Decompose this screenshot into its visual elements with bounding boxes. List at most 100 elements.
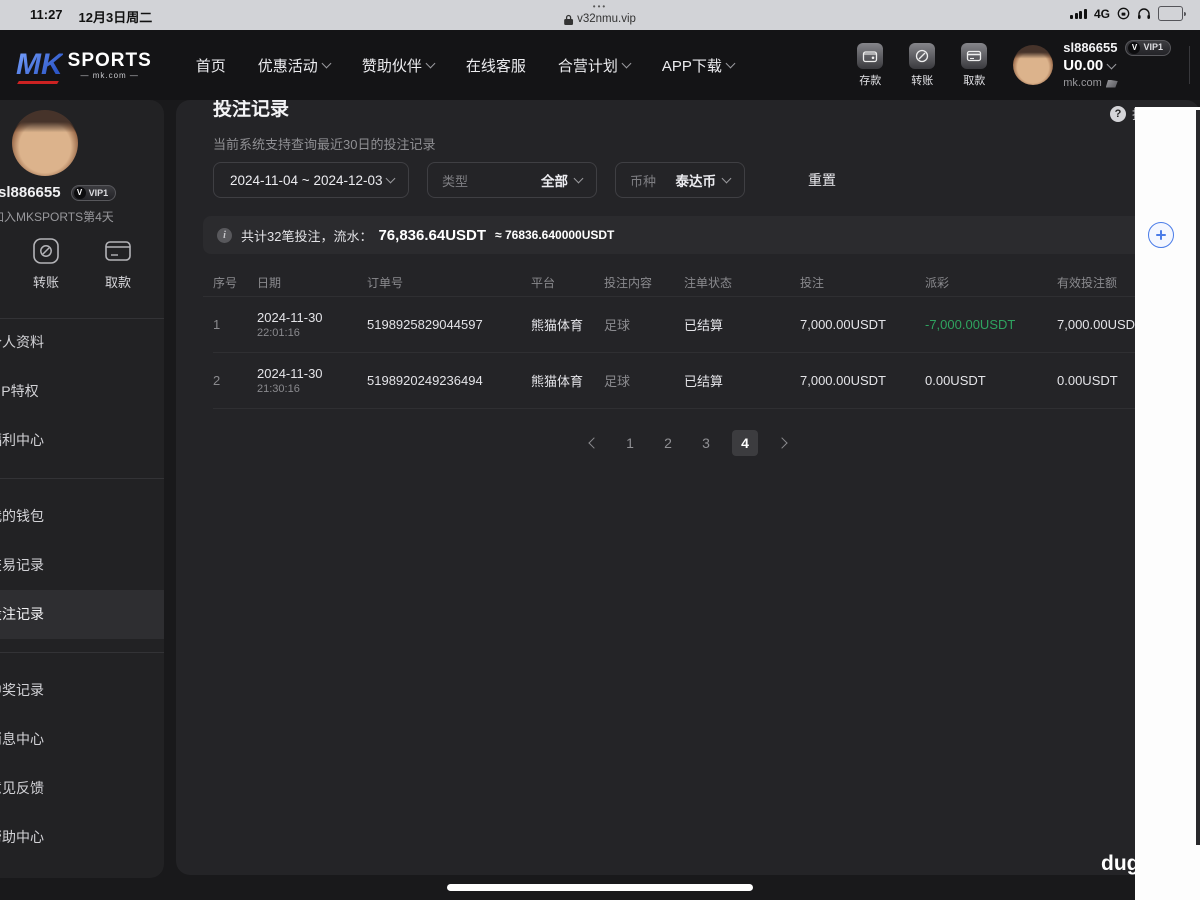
mk-sports-logo[interactable]: MK SPORTS — mk.com — [16, 50, 152, 80]
reset-button[interactable]: 重置 [808, 170, 836, 190]
logo-mk-text: MK [16, 48, 63, 81]
nav-item-affiliate[interactable]: 合营计划 [558, 55, 632, 76]
sidebar-item-my-wallet[interactable]: 我的钱包 [0, 492, 164, 541]
ios-status-bar: 11:27 12月3日周二 ••• v32nmu.vip 4G [0, 0, 1200, 30]
sidebar-item-help-center[interactable]: 帮助中心 [0, 813, 164, 862]
nav-item-home[interactable]: 首页 [196, 55, 226, 76]
nav-item-sponsors[interactable]: 赞助伙伴 [362, 55, 436, 76]
nav-divider [1189, 46, 1190, 84]
date-cell: 2024-11-30 21:30:16 [257, 366, 323, 395]
sidebar-item-profile[interactable]: 个人资料 [0, 318, 164, 367]
chevron-down-icon [573, 173, 584, 184]
deposit-button[interactable]: 存款 [847, 42, 893, 88]
user-info: sl886655 V VIP1 U0.00 mk.com [1063, 40, 1171, 91]
withdraw-button[interactable]: 取款 [951, 42, 997, 88]
page-button-4-active[interactable]: 4 [732, 430, 758, 456]
next-page-button[interactable] [772, 430, 792, 456]
prev-page-button[interactable] [584, 430, 604, 456]
chevron-down-icon [721, 173, 732, 184]
tab-dots[interactable]: ••• [593, 2, 607, 11]
sidebar-item-benefits-center[interactable]: 福利中心 [0, 416, 164, 465]
account-sidebar: sl886655 V VIP1 加入MKSPORTS第4天 转账 取款 个人资料… [0, 100, 164, 878]
chevron-down-icon [1106, 59, 1117, 70]
nav-item-promotions[interactable]: 优惠活动 [258, 55, 332, 76]
bank-card-icon [961, 42, 988, 69]
chevron-down-icon [385, 173, 396, 184]
wallet-icon [857, 42, 884, 69]
site-label: mk.com [1063, 77, 1171, 91]
info-icon: i [217, 227, 232, 243]
joined-days-label: 加入MKSPORTS第4天 [0, 210, 114, 224]
divider [0, 478, 164, 479]
turnover-approx: ≈ 76836.640000USDT [495, 228, 615, 242]
chevron-down-icon [621, 58, 632, 69]
chevron-right-icon [776, 437, 788, 449]
payout-cell: 0.00USDT [925, 373, 986, 388]
bank-card-icon [105, 241, 131, 261]
transfer-button[interactable]: 转账 [899, 42, 945, 88]
currency-select[interactable]: 币种 泰达币 [615, 162, 745, 198]
add-circle-button[interactable] [1148, 222, 1174, 248]
date-range-select[interactable]: 2024-11-04 ~ 2024-12-03 [213, 162, 409, 198]
totals-summary-bar: i 共计32笔投注，流水： 76,836.64USDT ≈ 76836.6400… [203, 216, 1195, 254]
logo-domain-text: — mk.com — [80, 70, 139, 80]
type-select[interactable]: 类型 全部 [427, 162, 597, 198]
sidebar-transfer-button[interactable]: 转账 [20, 236, 72, 291]
right-edge-strip [1196, 110, 1200, 845]
clock: 11:27 [30, 7, 63, 22]
page-button-2[interactable]: 2 [656, 430, 680, 456]
chevron-down-icon [425, 58, 436, 69]
battery-icon [1158, 6, 1186, 21]
top-navbar: MK SPORTS — mk.com — 首页 优惠活动 赞助伙伴 在线客服 合… [0, 30, 1200, 100]
table-header: 序号 日期 订单号 平台 投注内容 注单状态 投注 派彩 有效投注额 [213, 275, 1118, 290]
logo-sports-text: SPORTS [67, 49, 152, 71]
table-row[interactable]: 2 2024-11-30 21:30:16 5198920249236494 熊… [213, 353, 1200, 409]
sidebar-item-winning-records[interactable]: 中奖记录 [0, 666, 164, 715]
page-title: 投注记录 [213, 100, 290, 120]
sidebar-item-message-center[interactable]: 消息中心 [0, 715, 164, 764]
page-button-3[interactable]: 3 [694, 430, 718, 456]
lock-icon [564, 14, 574, 25]
chevron-down-icon [725, 58, 736, 69]
pagination: 1 2 3 4 [176, 430, 1200, 456]
vip-badge: V VIP1 [1125, 39, 1171, 56]
sidebar-username: sl886655 [0, 184, 61, 201]
sidebar-item-transaction-records[interactable]: 交易记录 [0, 541, 164, 590]
turnover-amount: 76,836.64USDT [378, 226, 487, 244]
headphones-icon [1137, 7, 1151, 20]
query-range-note: 当前系统支持查询最近30日的投注记录 [213, 137, 436, 152]
coin-icon [909, 42, 936, 69]
question-icon: ? [1110, 105, 1126, 122]
sidebar-vip-badge: V VIP1 [70, 184, 117, 201]
user-avatar[interactable] [1013, 45, 1054, 85]
balance-dropdown[interactable]: U0.00 [1063, 57, 1171, 76]
summary-text: 共计32笔投注，流水： [241, 228, 373, 244]
date-cell: 2024-11-30 22:01:16 [257, 310, 323, 339]
chevron-down-icon [321, 58, 332, 69]
sidebar-avatar[interactable] [12, 110, 78, 176]
home-indicator[interactable] [447, 884, 753, 891]
sidebar-item-bet-records[interactable]: 投注记录 [0, 590, 164, 639]
slide-over-panel [1135, 107, 1200, 900]
watermark-text: dug [1101, 852, 1140, 875]
address-bar[interactable]: v32nmu.vip [564, 13, 636, 25]
status-date: 12月3日周二 [78, 10, 153, 25]
username: sl886655 [1063, 39, 1118, 55]
sidebar-item-feedback[interactable]: 意见反馈 [0, 764, 164, 813]
divider [0, 652, 164, 653]
coin-icon [33, 238, 59, 264]
flag-icon [1105, 79, 1118, 88]
wallet-actions: 存款 转账 取款 [847, 42, 997, 88]
sidebar-withdraw-button[interactable]: 取款 [92, 236, 144, 291]
signal-bars-icon [1070, 8, 1087, 19]
vip-v-icon: V [1128, 41, 1141, 54]
page-button-1[interactable]: 1 [618, 430, 642, 456]
nav-item-livechat[interactable]: 在线客服 [466, 55, 526, 76]
rotation-lock-icon [1117, 7, 1130, 20]
table-row[interactable]: 1 2024-11-30 22:01:16 5198925829044597 熊… [213, 297, 1200, 353]
sidebar-item-vip-privileges[interactable]: VIP特权 [0, 367, 164, 416]
vip-v-icon: V [73, 186, 86, 199]
nav-item-app-download[interactable]: APP下载 [662, 55, 736, 76]
main-menu: 首页 优惠活动 赞助伙伴 在线客服 合营计划 APP下载 [196, 55, 736, 76]
chevron-left-icon [588, 437, 600, 449]
